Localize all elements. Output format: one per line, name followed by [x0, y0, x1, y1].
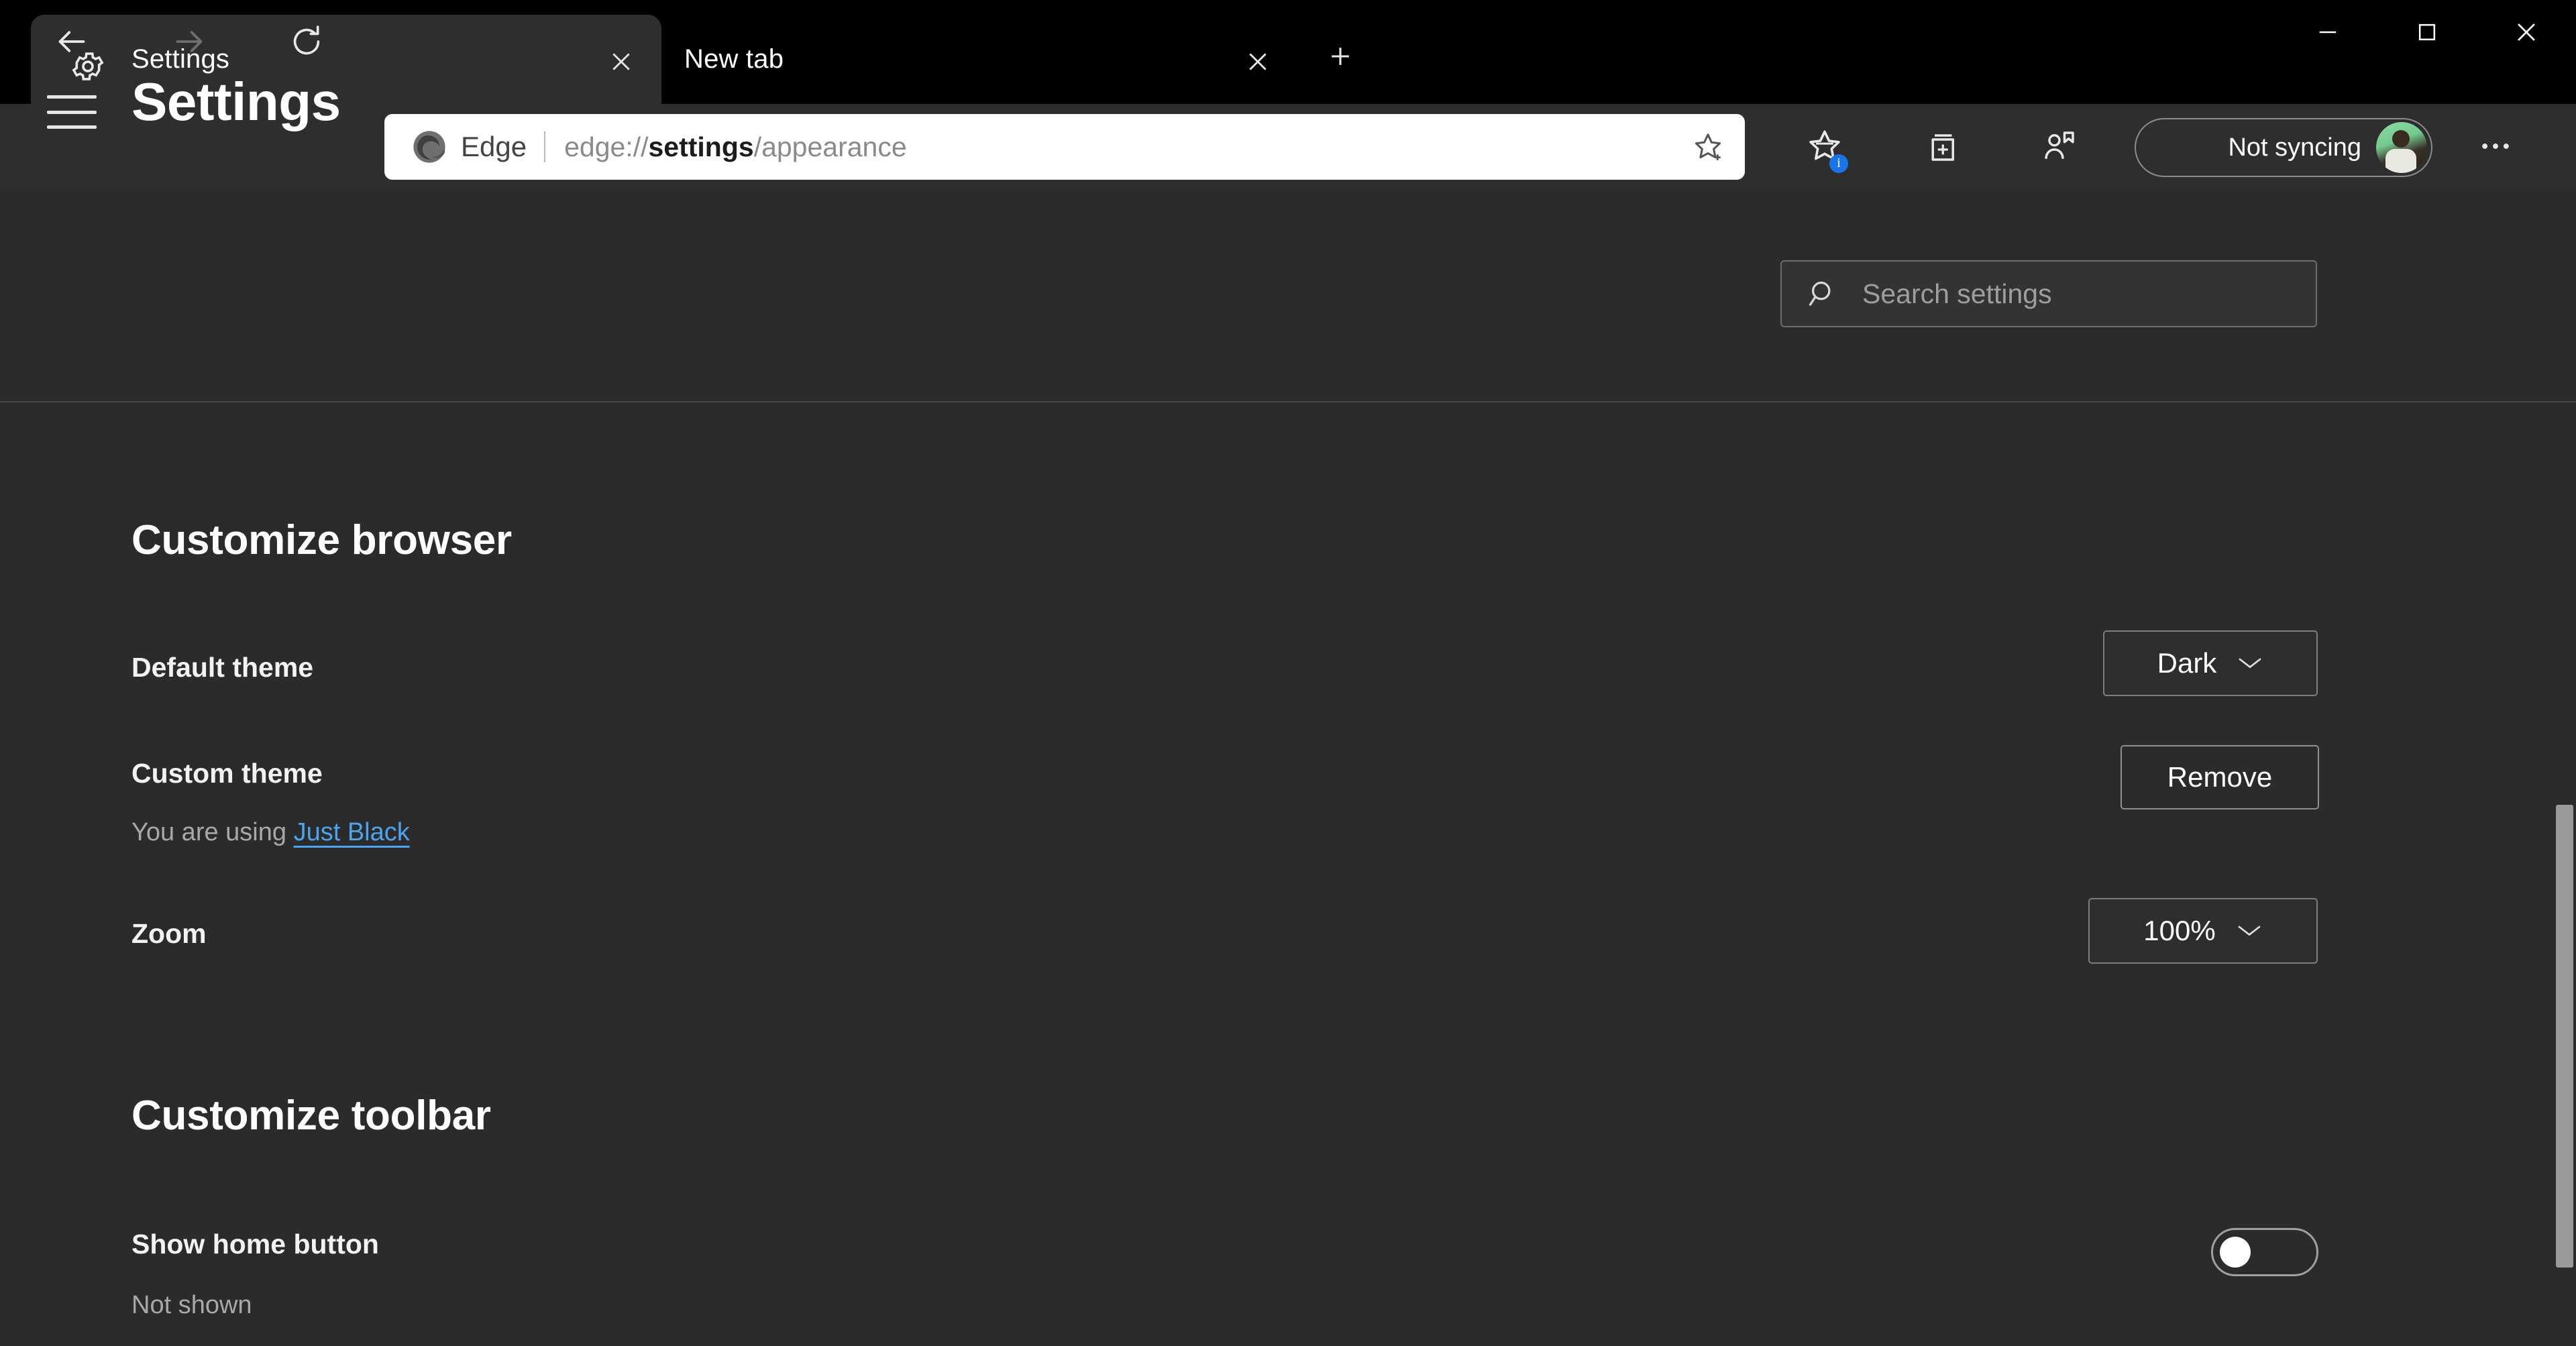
- show-home-button-toggle[interactable]: [2211, 1228, 2318, 1276]
- url-scheme: edge://: [564, 131, 649, 162]
- minimize-icon: [2314, 18, 2342, 50]
- chevron-down-icon: [2237, 655, 2263, 671]
- refresh-button[interactable]: [280, 17, 333, 69]
- favorites-button[interactable]: i: [1798, 121, 1851, 174]
- more-menu-button[interactable]: [2469, 121, 2522, 174]
- url-path: /appearance: [753, 131, 907, 162]
- maximize-icon: [2414, 19, 2440, 49]
- address-separator: [544, 131, 546, 162]
- row-label-show-home-button: Show home button: [131, 1229, 379, 1259]
- toggle-knob: [2220, 1237, 2251, 1268]
- star-add-icon[interactable]: [1688, 127, 1727, 166]
- row-sub-custom-theme: You are using Just Black: [131, 818, 410, 847]
- collections-button[interactable]: [1915, 121, 1969, 174]
- default-theme-value: Dark: [2157, 647, 2217, 679]
- close-icon: [2512, 17, 2541, 50]
- forward-button[interactable]: [163, 17, 215, 69]
- new-tab-button[interactable]: [1320, 37, 1361, 78]
- remove-theme-button[interactable]: Remove: [2121, 745, 2319, 809]
- address-url-text: edge://settings/appearance: [564, 131, 907, 163]
- close-icon[interactable]: [1238, 42, 1278, 82]
- tab-new-tab[interactable]: New tab: [671, 15, 1301, 104]
- row-label-custom-theme: Custom theme: [131, 758, 323, 789]
- edge-logo-icon: [411, 129, 447, 165]
- profile-sync-button[interactable]: Not syncing: [2135, 118, 2432, 177]
- remove-theme-label: Remove: [2167, 761, 2273, 793]
- row-label-default-theme: Default theme: [131, 652, 314, 683]
- row-sub-show-home-button: Not shown: [131, 1291, 252, 1319]
- section-heading-customize-browser: Customize browser: [131, 517, 512, 563]
- window-controls: [2278, 0, 2576, 67]
- close-icon[interactable]: [601, 42, 641, 82]
- address-brand-label: Edge: [461, 131, 527, 162]
- profile-add-button[interactable]: [2033, 121, 2086, 174]
- search-placeholder: Search settings: [1862, 278, 2052, 309]
- plus-icon: [1326, 42, 1355, 74]
- back-button[interactable]: [46, 17, 98, 69]
- ellipsis-icon: [2477, 127, 2514, 168]
- back-arrow-icon: [52, 21, 92, 65]
- page-title: Settings: [131, 72, 341, 131]
- sync-status-label: Not syncing: [2228, 133, 2361, 162]
- chevron-down-icon: [2236, 923, 2263, 939]
- scrollbar-track[interactable]: [2553, 404, 2576, 1346]
- minimize-button[interactable]: [2278, 0, 2377, 67]
- collections-icon: [1922, 126, 1962, 170]
- zoom-dropdown[interactable]: 100%: [2088, 898, 2318, 964]
- profile-add-icon: [2039, 126, 2080, 170]
- url-host: settings: [648, 131, 754, 162]
- tab-strip: Settings New tab: [0, 0, 2576, 104]
- default-theme-dropdown[interactable]: Dark: [2103, 630, 2318, 696]
- address-bar[interactable]: Edge edge://settings/appearance: [384, 114, 1745, 180]
- hamburger-menu-icon[interactable]: [47, 95, 97, 129]
- tab-settings[interactable]: Settings: [31, 15, 661, 104]
- maximize-button[interactable]: [2377, 0, 2477, 67]
- scrollbar-thumb[interactable]: [2556, 805, 2573, 1268]
- custom-theme-prefix: You are using: [131, 818, 294, 846]
- avatar: [2376, 122, 2427, 173]
- section-heading-customize-toolbar: Customize toolbar: [131, 1092, 491, 1139]
- favorites-icon: i: [1804, 125, 1848, 173]
- close-window-button[interactable]: [2477, 0, 2576, 67]
- zoom-value: 100%: [2143, 915, 2216, 946]
- search-settings-input[interactable]: Search settings: [1780, 260, 2317, 327]
- forward-arrow-icon: [169, 21, 209, 65]
- row-label-zoom: Zoom: [131, 918, 207, 949]
- custom-theme-link[interactable]: Just Black: [294, 818, 410, 846]
- search-icon: [1806, 276, 1841, 311]
- refresh-icon: [287, 22, 326, 64]
- favorites-info-badge: i: [1829, 154, 1848, 173]
- tab-title: New tab: [684, 44, 784, 74]
